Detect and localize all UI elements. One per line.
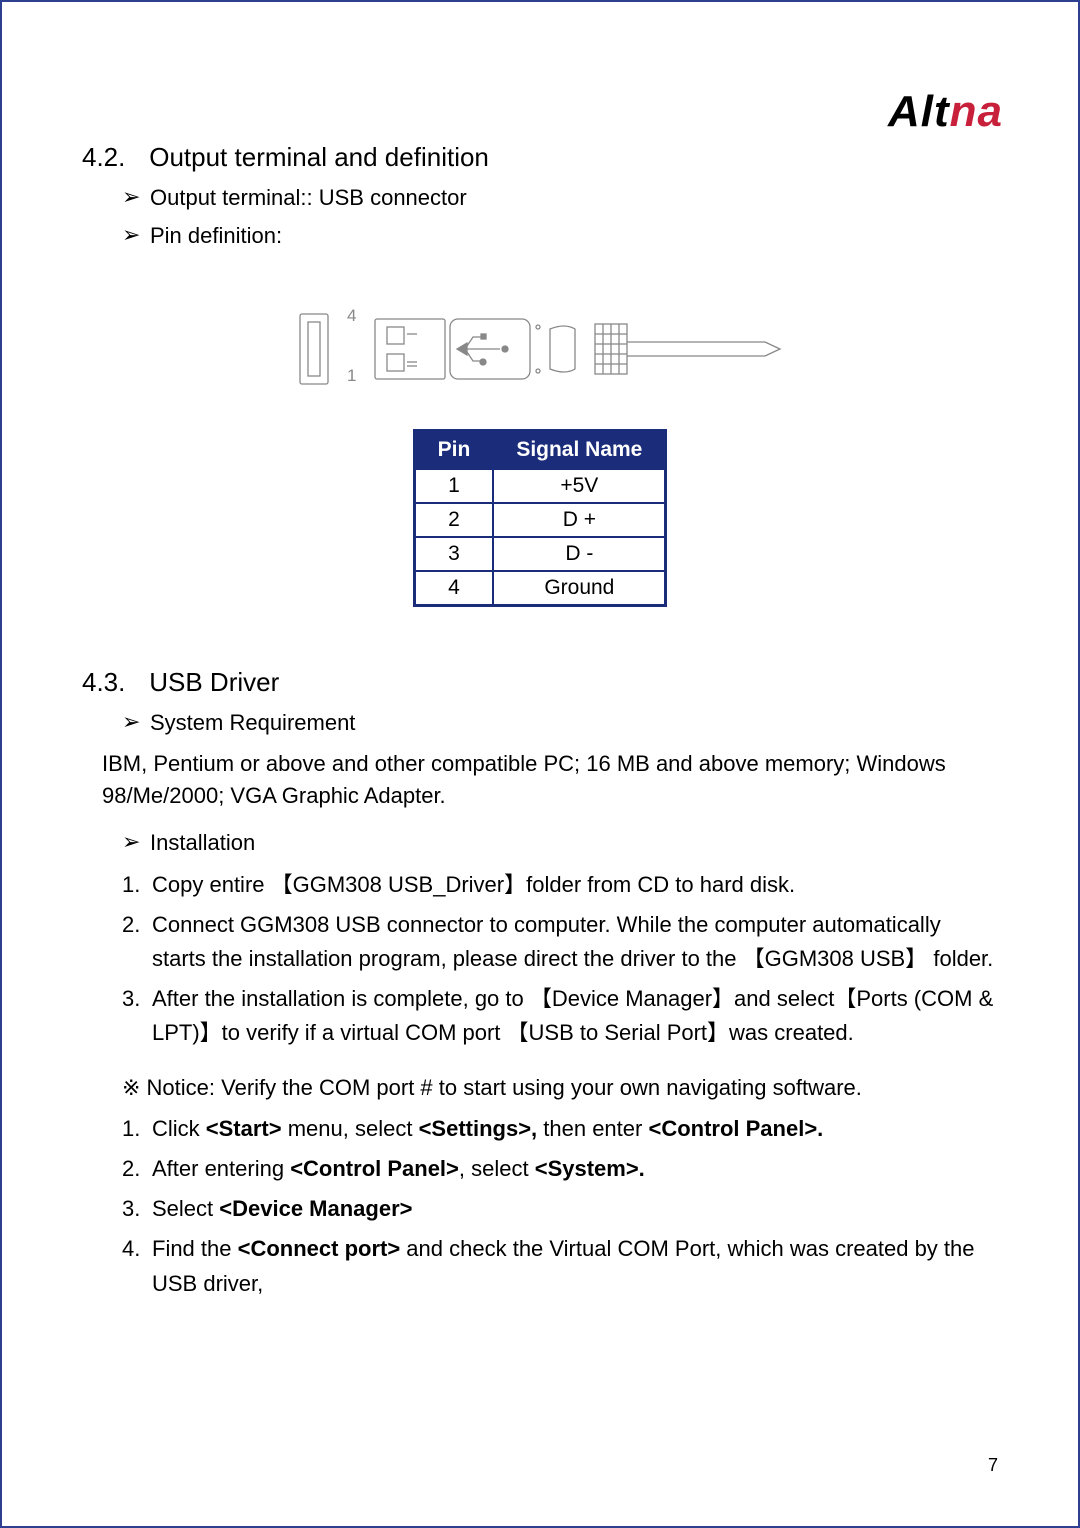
logo-text-plain: Alt [888,87,950,136]
step-text: Click <Start> menu, select <Settings>, t… [152,1112,823,1146]
table-row: 1 +5V [414,469,666,503]
list-item: 3. After the installation is complete, g… [122,982,998,1050]
bold-run: <Device Manager> [219,1196,412,1221]
bullet-item: ➢ System Requirement [122,710,998,736]
triangle-bullet-icon: ➢ [122,830,150,855]
cell-signal: +5V [493,469,666,503]
section-4-3-heading: 4.3. USB Driver [82,667,998,698]
notice-paragraph: ※ Notice: Verify the COM port # to start… [122,1072,998,1104]
brand-logo: Altna [888,87,1003,137]
bullet-text: Installation [150,830,255,856]
text-run: then enter [537,1116,648,1141]
step-text: Connect GGM308 USB connector to computer… [152,908,998,976]
cell-signal: Ground [493,571,666,606]
step-text: Copy entire 【GGM308 USB_Driver】folder fr… [152,868,795,902]
cell-pin: 3 [414,537,493,571]
table-header-signal: Signal Name [493,431,666,470]
step-number: 3. [122,982,152,1050]
section-4-2-heading: 4.2. Output terminal and definition [82,142,998,173]
list-item: 2. Connect GGM308 USB connector to compu… [122,908,998,976]
step-text: Find the <Connect port> and check the Vi… [152,1232,998,1300]
usb-connector-diagram: 4 1 [295,304,785,404]
notice-steps-list: 1. Click <Start> menu, select <Settings>… [122,1112,998,1300]
cell-pin: 4 [414,571,493,606]
bullet-text: System Requirement [150,710,355,736]
section-4-2-bullets: ➢ Output terminal:: USB connector ➢ Pin … [122,185,998,249]
install-bullet: ➢ Installation [122,830,998,856]
list-item: 1. Click <Start> menu, select <Settings>… [122,1112,998,1146]
bold-run: <Settings>, [419,1116,538,1141]
triangle-bullet-icon: ➢ [122,710,150,735]
section-title: USB Driver [149,667,279,697]
step-number: 3. [122,1192,152,1226]
bold-run: <Connect port> [238,1236,401,1261]
section-title: Output terminal and definition [149,142,489,172]
step-text: After entering <Control Panel>, select <… [152,1152,645,1186]
bold-run: <System>. [535,1156,645,1181]
step-number: 1. [122,868,152,902]
bullet-item: ➢ Output terminal:: USB connector [122,185,998,211]
diagram-pin-label-1: 1 [347,366,356,386]
text-run: After entering [152,1156,290,1181]
cell-signal: D - [493,537,666,571]
sysreq-paragraph: IBM, Pentium or above and other compatib… [102,748,998,812]
triangle-bullet-icon: ➢ [122,223,150,248]
list-item: 1. Copy entire 【GGM308 USB_Driver】folder… [122,868,998,902]
diagram-pin-label-4: 4 [347,306,356,326]
bullet-text: Output terminal:: USB connector [150,185,467,211]
pin-definition-table: Pin Signal Name 1 +5V 2 D + 3 D - 4 Grou… [413,429,668,607]
bold-run: <Control Panel> [290,1156,459,1181]
step-text: Select <Device Manager> [152,1192,413,1226]
install-steps-list: 1. Copy entire 【GGM308 USB_Driver】folder… [122,868,998,1050]
triangle-bullet-icon: ➢ [122,185,150,210]
bold-run: <Start> [206,1116,282,1141]
page-number: 7 [988,1455,998,1476]
bullet-text: Pin definition: [150,223,282,249]
step-text: After the installation is complete, go t… [152,982,998,1050]
text-run: Click [152,1116,206,1141]
list-item: 3. Select <Device Manager> [122,1192,998,1226]
cell-signal: D + [493,503,666,537]
logo-text-accent: na [950,87,1003,136]
step-number: 2. [122,1152,152,1186]
sysreq-bullet: ➢ System Requirement [122,710,998,736]
step-number: 4. [122,1232,152,1300]
table-row: 3 D - [414,537,666,571]
list-item: 2. After entering <Control Panel>, selec… [122,1152,998,1186]
step-number: 2. [122,908,152,976]
text-run: menu, select [282,1116,419,1141]
list-item: 4. Find the <Connect port> and check the… [122,1232,998,1300]
text-run: Find the [152,1236,238,1261]
table-row: 4 Ground [414,571,666,606]
text-run: Select [152,1196,219,1221]
step-number: 1. [122,1112,152,1146]
bullet-item: ➢ Installation [122,830,998,856]
bullet-item: ➢ Pin definition: [122,223,998,249]
usb-diagram-svg [295,304,785,404]
page: Altna 4.2. Output terminal and definitio… [0,0,1080,1528]
table-row: 2 D + [414,503,666,537]
cell-pin: 2 [414,503,493,537]
table-header-pin: Pin [414,431,493,470]
section-number: 4.3. [82,667,142,698]
cell-pin: 1 [414,469,493,503]
bold-run: <Control Panel>. [648,1116,823,1141]
section-number: 4.2. [82,142,142,173]
text-run: , select [459,1156,535,1181]
